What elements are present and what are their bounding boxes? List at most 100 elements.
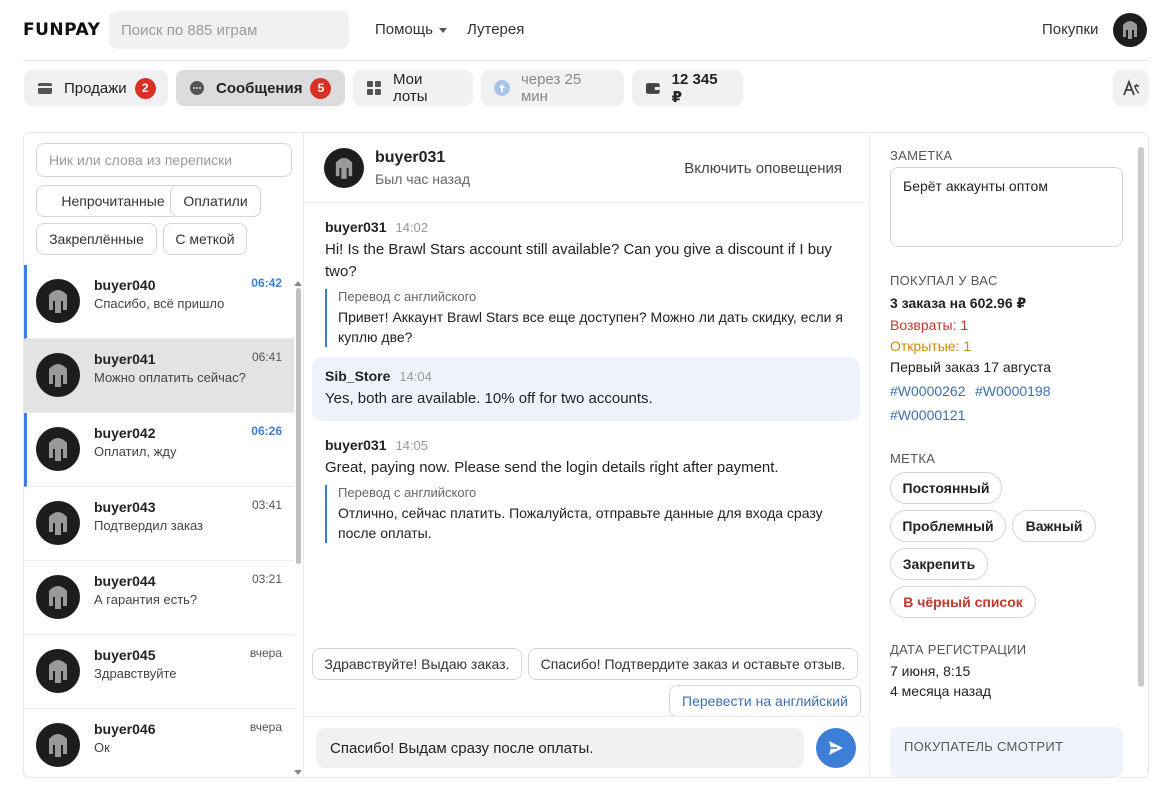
tab-messages[interactable]: Сообщения 5 xyxy=(176,70,345,106)
header-divider xyxy=(23,60,1149,61)
tag-regular[interactable]: Постоянный xyxy=(890,472,1002,504)
language-toggle-button[interactable] xyxy=(1113,70,1149,106)
filter-tagged[interactable]: С меткой xyxy=(163,223,247,255)
chat-preview: А гарантия есть? xyxy=(94,592,198,607)
tag-problematic[interactable]: Проблемный xyxy=(890,510,1006,542)
logo[interactable]: FUNPAY xyxy=(23,20,100,40)
list-item[interactable]: buyer041 Можно оплатить сейчас? 06:41 xyxy=(24,339,294,413)
chevron-down-icon xyxy=(438,27,447,33)
list-item[interactable]: buyer045 Здравствуйте вчера xyxy=(24,635,294,709)
tag-blacklist[interactable]: В чёрный список xyxy=(890,586,1036,618)
registration-title: ДАТА РЕГИСТРАЦИИ xyxy=(890,642,1027,657)
tab-sales[interactable]: Продажи 2 xyxy=(24,70,168,106)
help-menu[interactable]: Помощь xyxy=(375,21,447,38)
enable-notifications-button[interactable]: Включить оповещения xyxy=(684,160,842,177)
order-link[interactable]: #W0000121 xyxy=(890,407,966,423)
user-avatar[interactable] xyxy=(1113,13,1147,47)
message-input[interactable] xyxy=(316,728,804,768)
translation-label: Перевод с английского xyxy=(338,289,477,304)
returns-count[interactable]: Возвраты: 1 xyxy=(890,317,968,333)
chat-name: buyer043 xyxy=(94,499,156,515)
list-item[interactable]: buyer044 А гарантия есть? 03:21 xyxy=(24,561,294,635)
list-item[interactable]: buyer043 Подтвердил заказ 03:41 xyxy=(24,487,294,561)
tag-important[interactable]: Важный xyxy=(1012,510,1096,542)
registration-date: 7 июня, 8:15 xyxy=(890,663,971,679)
message-time: 14:05 xyxy=(395,438,429,453)
tag-title: МЕТКА xyxy=(890,451,936,466)
chat-time: 03:41 xyxy=(251,498,282,512)
note-textarea[interactable]: Берёт аккаунты оптом xyxy=(890,167,1123,247)
helmet-icon xyxy=(49,364,67,387)
message: buyer031 14:02 Hi! Is the Brawl Stars acc… xyxy=(325,219,855,347)
order-link[interactable]: #W0000262 xyxy=(890,383,966,399)
arrow-up-circle-icon xyxy=(493,80,510,96)
lottery-link[interactable]: Лутерея xyxy=(467,21,524,38)
translate-to-english-button[interactable]: Перевести на английский xyxy=(669,685,861,717)
wallet-icon xyxy=(645,83,660,94)
chat-search-input[interactable] xyxy=(36,143,292,177)
tab-balance[interactable]: 12 345 ₽ xyxy=(632,70,743,106)
message-author[interactable]: buyer031 xyxy=(325,219,386,235)
scroll-up-icon[interactable] xyxy=(294,281,302,286)
helmet-icon xyxy=(49,438,67,461)
helmet-icon xyxy=(335,158,353,179)
avatar[interactable] xyxy=(324,148,364,188)
avatar xyxy=(36,723,80,767)
message-time: 14:02 xyxy=(395,220,429,235)
tab-raise-timer[interactable]: через 25 мин xyxy=(481,70,624,106)
filter-pinned[interactable]: Закреплённые xyxy=(36,223,157,255)
message-time: 14:04 xyxy=(399,369,432,384)
helmet-icon xyxy=(49,512,67,535)
quick-reply-button[interactable]: Здравствуйте! Выдаю заказ. xyxy=(312,648,522,680)
chat-name: buyer044 xyxy=(94,573,156,589)
quick-reply-button[interactable]: Спасибо! Подтвердите заказ и оставьте от… xyxy=(528,648,858,680)
bought-title: ПОКУПАЛ У ВАС xyxy=(890,273,998,288)
avatar xyxy=(36,427,80,471)
translation-block: Перевод с английского Отлично, сейчас пл… xyxy=(325,485,855,543)
scroll-down-icon[interactable] xyxy=(294,770,302,775)
logo-n-icon: N xyxy=(49,20,65,40)
message-author[interactable]: Sib_Store xyxy=(325,368,390,384)
filter-unread[interactable]: Непрочитанные xyxy=(36,185,190,217)
tab-my-lots[interactable]: Мои лоты xyxy=(353,70,473,106)
note-title: ЗАМЕТКА xyxy=(890,148,953,163)
chat-preview: Подтвердил заказ xyxy=(94,518,204,533)
purchases-link[interactable]: Покупки xyxy=(1042,21,1098,38)
message-author[interactable]: buyer031 xyxy=(325,437,386,453)
conversation-header: buyer031 Был час назад Включить оповещен… xyxy=(304,133,868,203)
list-item[interactable]: buyer042 Оплатил, жду 06:26 xyxy=(24,413,294,487)
translation-text: Отлично, сейчас платить. Пожалуйста, отп… xyxy=(338,505,823,541)
open-orders-count[interactable]: Открытые: 1 xyxy=(890,338,971,354)
order-link[interactable]: #W0000198 xyxy=(975,383,1051,399)
chat-preview: Ок xyxy=(94,740,110,755)
translation-block: Перевод с английского Привет! Аккаунт Br… xyxy=(325,289,855,347)
list-item[interactable]: buyer040 Спасибо, всё пришло 06:42 xyxy=(24,265,294,339)
game-search-input[interactable] xyxy=(109,11,349,49)
conversation-name[interactable]: buyer031 xyxy=(375,149,445,167)
chat-time: 06:26 xyxy=(251,424,282,438)
chat-time: вчера xyxy=(249,646,282,660)
chat-time: вчера xyxy=(249,720,282,734)
info-panel-scrollbar[interactable] xyxy=(1138,147,1144,687)
chat-name: buyer045 xyxy=(94,647,156,663)
message: buyer031 14:05 Great, paying now. Please … xyxy=(325,437,855,543)
chat-time: 06:42 xyxy=(251,276,282,290)
helmet-icon xyxy=(49,290,67,313)
conversation-panel: buyer031 Был час назад Включить оповещен… xyxy=(304,133,868,777)
message: Sib_Store 14:04 Yes, both are available. … xyxy=(325,368,855,410)
helmet-icon xyxy=(49,586,67,609)
first-order-date: Первый заказ 17 августа xyxy=(890,359,1052,375)
chat-preview: Оплатил, жду xyxy=(94,444,177,459)
send-button[interactable] xyxy=(816,728,856,768)
helmet-icon xyxy=(49,734,67,757)
list-item[interactable]: buyer046 Ок вчера xyxy=(24,709,294,777)
chat-list: buyer040 Спасибо, всё пришло 06:42 buyer… xyxy=(24,265,294,777)
tag-pin[interactable]: Закрепить xyxy=(890,548,988,580)
chat-name: buyer046 xyxy=(94,721,156,737)
chat-preview: Можно оплатить сейчас? xyxy=(94,370,246,385)
chat-name: buyer040 xyxy=(94,277,156,293)
chat-list-scrollbar[interactable] xyxy=(296,288,301,564)
filter-paid[interactable]: Оплатили xyxy=(170,185,261,217)
chat-preview: Здравствуйте xyxy=(94,666,177,681)
registration-ago: 4 месяца назад xyxy=(890,683,992,699)
